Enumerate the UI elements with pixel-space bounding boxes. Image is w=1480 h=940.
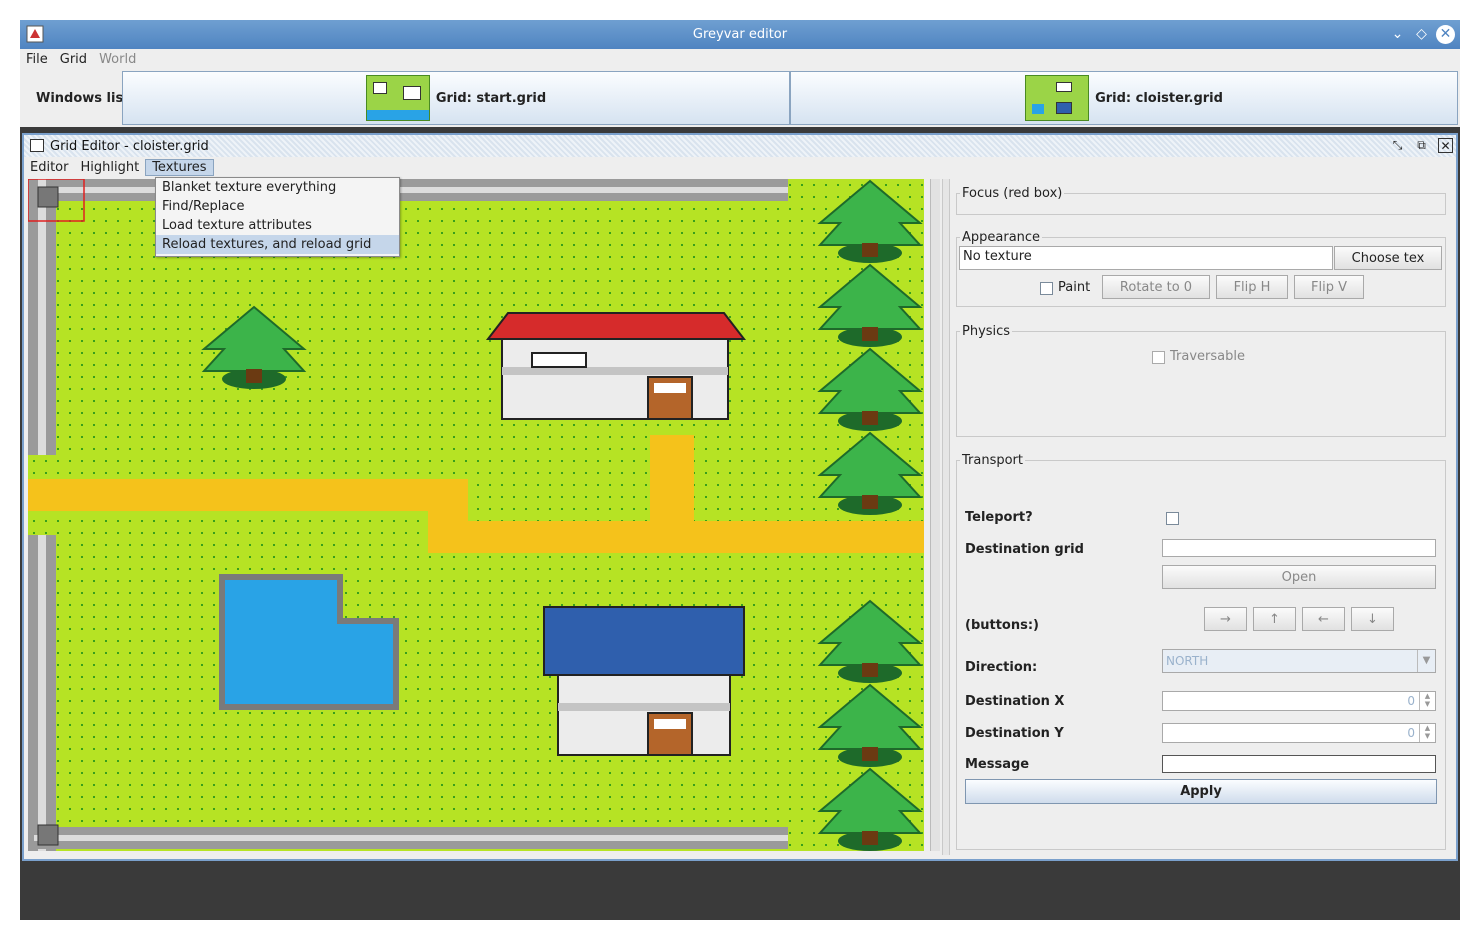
teleport-label: Teleport? [965,510,1033,525]
window-tab-label: Grid: start.grid [435,90,547,106]
arrow-right-button[interactable]: → [1204,607,1247,631]
menu-item-find-replace[interactable]: Find/Replace [156,197,399,216]
teleport-checkbox[interactable] [1166,512,1179,525]
split-divider[interactable] [942,179,950,855]
app-icon [26,25,44,43]
window-tab-label: Grid: cloister.grid [1095,90,1223,106]
buttons-label: (buttons:) [965,618,1039,633]
arrow-down-button[interactable]: ↓ [1351,607,1394,631]
paint-label: Paint [1058,280,1091,295]
dest-y-label: Destination Y [965,726,1064,741]
dest-grid-field[interactable] [1162,539,1436,557]
start-grid-thumbnail [365,75,430,121]
grid-editor-title: Grid Editor - cloister.grid [50,138,209,154]
window-tab-start-grid[interactable]: Grid: start.grid [122,71,790,125]
cloister-grid-thumbnail [1025,75,1090,121]
tree [201,305,307,389]
iconify-icon[interactable]: ⤡ [1390,138,1405,153]
dest-grid-label: Destination grid [965,542,1084,557]
direction-label: Direction: [965,660,1038,675]
message-label: Message [965,757,1030,772]
flip-h-button[interactable]: Flip H [1216,275,1288,299]
menu-grid[interactable]: Grid [54,52,93,67]
maximize-frame-icon[interactable]: ⧉ [1414,138,1429,153]
direction-select[interactable]: NORTH ▼ [1162,649,1436,673]
house-blue-roof [543,606,745,756]
close-frame-icon[interactable]: ✕ [1438,138,1453,153]
choose-texture-button[interactable]: Choose tex [1334,246,1442,270]
windows-list-label: Windows list [36,91,130,106]
chevron-down-icon[interactable]: ▼ [1417,650,1435,672]
main-menubar: File Grid World [20,49,1460,69]
focus-group-title: Focus (red box) [960,186,1065,201]
transport-group-title: Transport [960,453,1026,468]
menu-item-load-texture-attributes[interactable]: Load texture attributes [156,216,399,235]
textures-dropdown-menu: Blanket texture everything Find/Replace … [155,177,400,257]
tree-row [817,179,923,851]
flip-v-button[interactable]: Flip V [1294,275,1364,299]
direction-value: NORTH [1166,654,1209,668]
spinner-arrows-icon[interactable]: ▲ ▼ [1419,724,1435,742]
maximize-icon[interactable]: ◇ [1412,25,1431,44]
arrow-up-button[interactable]: ↑ [1253,607,1296,631]
dirt-path [28,479,924,553]
windows-list-bar: Windows list Grid: start.grid Grid: cloi… [20,69,1460,127]
message-field[interactable] [1162,755,1436,773]
dest-x-spinner[interactable]: 0 ▲ ▼ [1162,691,1436,711]
apply-button[interactable]: Apply [965,779,1437,804]
map-scrollbar[interactable] [930,179,940,851]
pond [219,574,399,710]
grid-editor-titlebar[interactable]: Grid Editor - cloister.grid [24,135,1456,157]
window-tab-cloister-grid[interactable]: Grid: cloister.grid [790,71,1458,125]
dest-x-label: Destination X [965,694,1065,709]
paint-checkbox[interactable] [1040,282,1053,295]
dest-y-spinner[interactable]: 0 ▲ ▼ [1162,723,1436,743]
grid-map-scene [28,179,924,851]
minimize-icon[interactable]: ⌄ [1388,25,1407,44]
dest-y-value: 0 [1407,726,1415,740]
traversable-checkbox[interactable] [1152,351,1165,364]
spinner-arrows-icon[interactable]: ▲ ▼ [1419,692,1435,710]
appearance-group-title: Appearance [960,230,1043,245]
menu-editor[interactable]: Editor [24,160,74,175]
title-bar: Greyvar editor [20,20,1460,49]
traversable-label: Traversable [1170,349,1245,364]
rotate-button[interactable]: Rotate to 0 [1102,275,1210,299]
menu-file[interactable]: File [20,52,54,67]
menu-world[interactable]: World [93,52,142,67]
grid-map-canvas[interactable] [28,179,924,851]
window-title: Greyvar editor [692,27,788,42]
house-red-roof [485,312,747,420]
frame-icon [30,139,44,152]
close-icon[interactable]: ✕ [1436,25,1455,44]
physics-group-title: Physics [960,324,1013,339]
menu-item-reload-textures[interactable]: Reload textures, and reload grid [156,235,399,254]
dest-x-value: 0 [1407,694,1415,708]
texture-field[interactable]: No texture [959,246,1333,270]
arrow-left-button[interactable]: ← [1302,607,1345,631]
grid-editor-menubar: Editor Highlight Textures [24,157,1456,177]
open-button[interactable]: Open [1162,565,1436,589]
menu-textures[interactable]: Textures [145,158,214,176]
menu-item-blanket-texture[interactable]: Blanket texture everything [156,178,399,197]
menu-highlight[interactable]: Highlight [74,160,145,175]
physics-group [956,331,1446,437]
app-window: Greyvar editor ⌄ ◇ ✕ File Grid World Win… [20,20,1460,920]
